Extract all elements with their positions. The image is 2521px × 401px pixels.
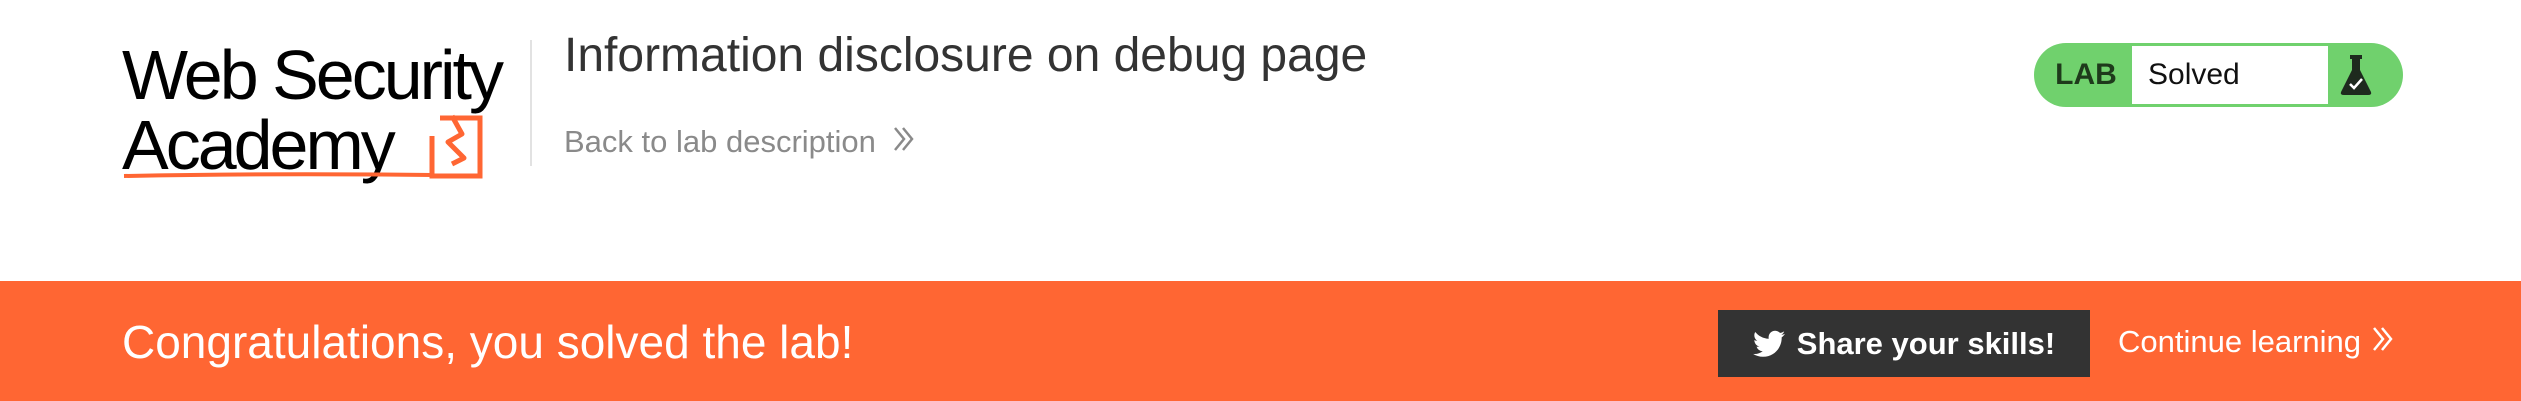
web-security-academy-logo[interactable]: Web Security Academy <box>122 36 532 186</box>
flask-check-icon <box>2328 43 2403 107</box>
lab-status-label: LAB <box>2055 58 2117 91</box>
double-chevron-right-icon <box>892 124 916 160</box>
header-divider <box>530 40 532 166</box>
lab-solved-banner: Congratulations, you solved the lab! Sha… <box>0 281 2521 401</box>
back-link-label: Back to lab description <box>564 124 876 159</box>
lab-title: Information disclosure on debug page <box>564 29 1368 82</box>
continue-learning-label: Continue learning <box>2118 324 2362 359</box>
share-skills-label: Share your skills! <box>1796 325 2056 361</box>
lab-header: Web Security Academy Information disclos… <box>0 0 2521 281</box>
continue-learning-link[interactable]: Continue learning <box>2118 324 2395 360</box>
lab-status-badge: LAB Solved <box>2034 43 2403 107</box>
academy-lightning-icon <box>123 114 483 179</box>
congratulations-message: Congratulations, you solved the lab! <box>122 316 854 368</box>
back-to-lab-description-link[interactable]: Back to lab description <box>564 124 916 160</box>
lab-status-value: Solved <box>2132 46 2328 104</box>
double-chevron-right-icon <box>2371 324 2395 360</box>
share-skills-button[interactable]: Share your skills! <box>1718 310 2090 377</box>
twitter-icon <box>1752 330 1785 357</box>
